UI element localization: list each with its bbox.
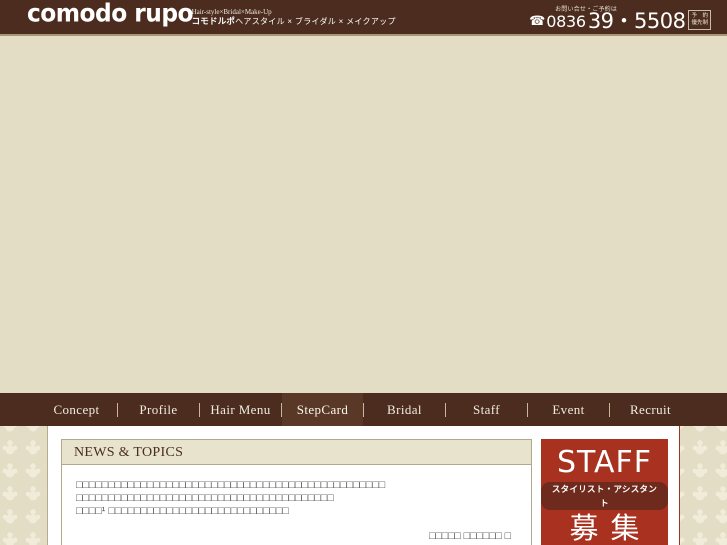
phone-block: お問い合せ・ご予約は ☎ 0836 39・5508 予 約 優先制 [529,5,711,32]
nav-item-concept[interactable]: Concept [36,393,117,426]
brand-sub-jp: ヘアスタイル × ブライダル × メイクアップ [235,17,396,26]
content-panel: NEWS & TOPICS □□□□□□□□□□□□□□□□□□□□□□□□□□… [47,426,680,545]
brand-name-jp: コモドルポ [191,16,236,26]
news-and-topics-box: NEWS & TOPICS □□□□□□□□□□□□□□□□□□□□□□□□□□… [61,439,532,545]
brand-tagline: Hair-style×Bridal×Make-Up コモドルポヘアスタイル × … [192,8,396,28]
staff-banner-headline: 募集 [569,513,652,545]
nav-item-event[interactable]: Event [528,393,609,426]
staff-recruitment-banner[interactable]: STAFF スタイリスト・アシスタント 募集 やる気・向上心のある方、 [541,439,668,545]
reservation-badge: 予 約 優先制 [688,10,711,30]
site-header: comodo rupo Hair-style×Bridal×Make-Up コモ… [0,0,727,36]
phone-area-code: 0836 [546,12,586,31]
brand-block[interactable]: comodo rupo Hair-style×Bridal×Make-Up コモ… [27,1,396,28]
brand-tagline-jp: コモドルポヘアスタイル × ブライダル × メイクアップ [192,16,396,27]
nav-item-recruit[interactable]: Recruit [610,393,691,426]
hero-banner-area [0,36,727,393]
phone-number: 39・5508 [587,9,686,33]
nav-item-stepcard[interactable]: StepCard [282,393,363,426]
phone-label: お問い合せ・ご予約は [555,7,618,13]
staff-banner-title: STAFF [556,445,653,480]
news-body-text: □□□□□□□□□□□□□□□□□□□□□□□□□□□□□□□□□□□□□□□□… [76,479,386,517]
phone-icon: ☎ [529,13,546,28]
nav-item-staff[interactable]: Staff [446,393,527,426]
nav-item-profile[interactable]: Profile [118,393,199,426]
nav-item-bridal[interactable]: Bridal [364,393,445,426]
news-signature: □□□□□ □□□□□□ □ □□□□□□ [429,530,511,545]
site-logo[interactable]: comodo rupo [27,1,194,28]
staff-banner-pill: スタイリスト・アシスタント [541,482,668,510]
reservation-badge-line2: 優先制 [691,20,708,26]
global-navigation-list: Concept Profile Hair Menu StepCard Brida… [36,393,691,426]
nav-item-hair-menu[interactable]: Hair Menu [200,393,281,426]
reservation-badge-line1: 予 約 [691,13,708,19]
news-and-topics-body: □□□□□□□□□□□□□□□□□□□□□□□□□□□□□□□□□□□□□□□□… [62,465,531,545]
news-and-topics-title: NEWS & TOPICS [62,440,531,465]
global-navigation: Concept Profile Hair Menu StepCard Brida… [0,393,727,426]
content-inner: NEWS & TOPICS □□□□□□□□□□□□□□□□□□□□□□□□□□… [48,426,679,545]
brand-tagline-en: Hair-style×Bridal×Make-Up [191,8,272,16]
